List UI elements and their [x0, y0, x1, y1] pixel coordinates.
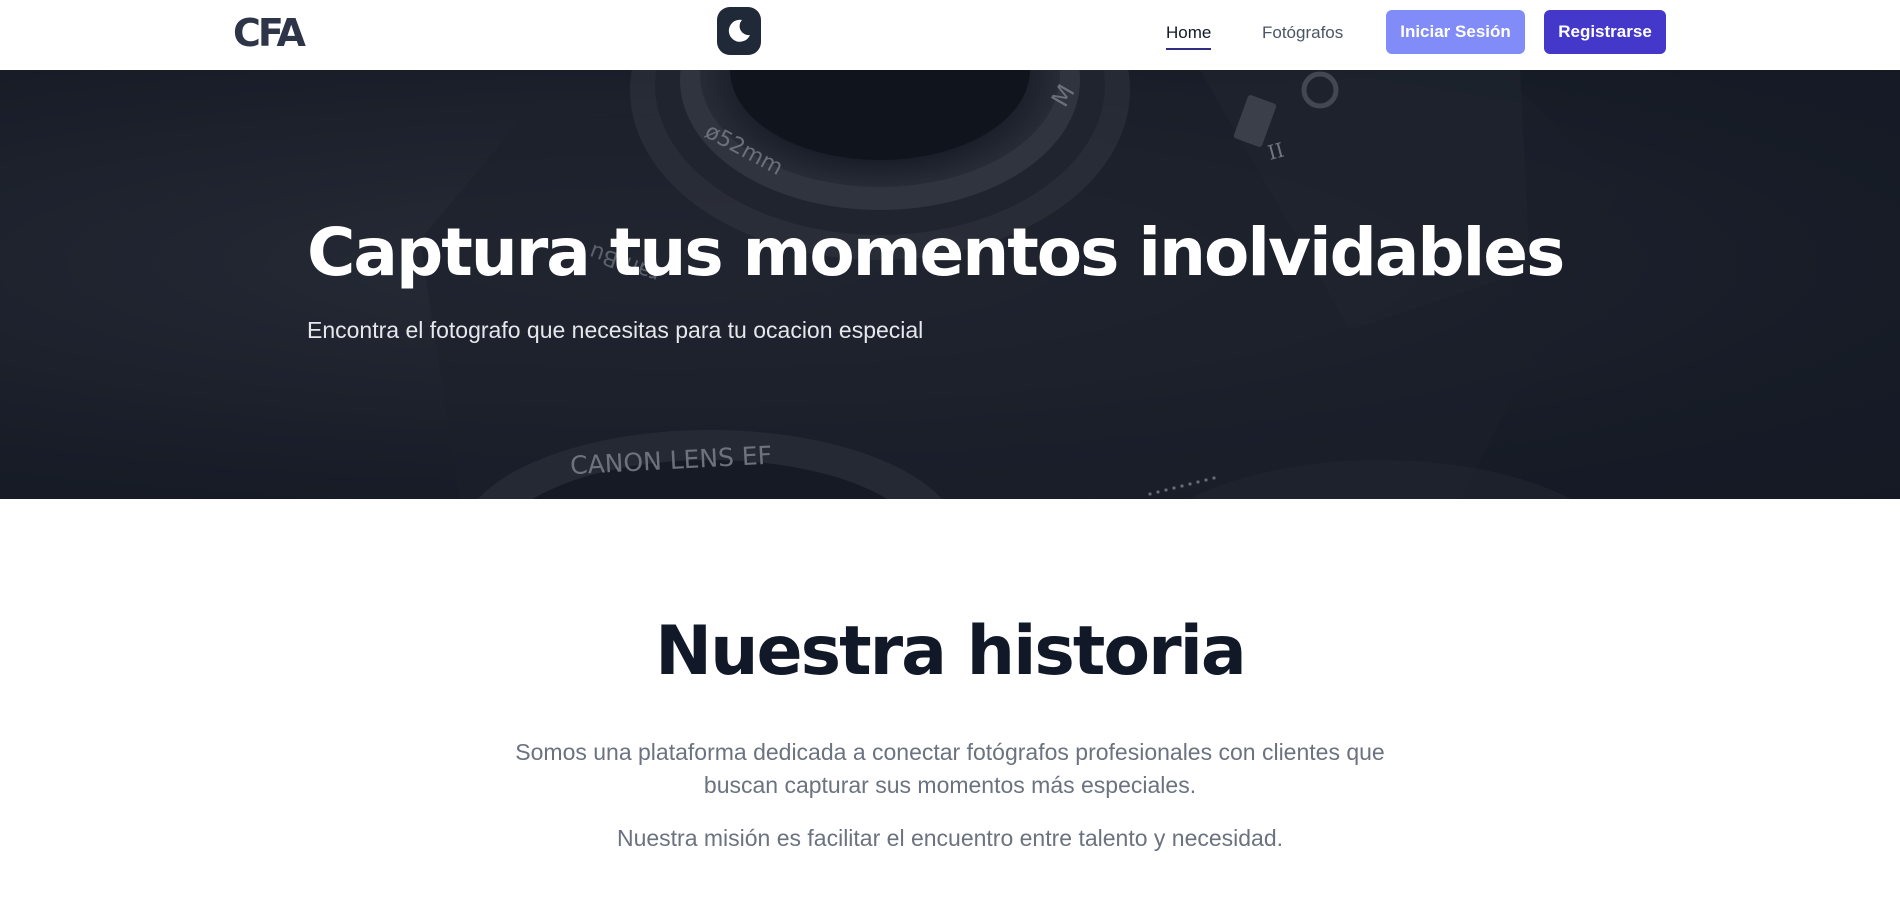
navbar: CFA Home Fotógrafos Iniciar Sesión Regis… — [0, 0, 1900, 70]
hero-subtitle: Encontra el fotografo que necesitas para… — [307, 317, 924, 343]
moon-icon — [728, 19, 750, 42]
history-paragraph-2: Nuestra misión es facilitar el encuentro… — [616, 825, 1284, 851]
history-paragraph-1: Somos una plataforma dedicada a conectar… — [515, 739, 1385, 798]
hero-title: Captura tus momentos inolvidables — [307, 214, 1565, 291]
register-button[interactable]: Registrarse — [1544, 10, 1666, 54]
logo-text: CFA — [233, 11, 306, 55]
nav-link-home[interactable]: Home — [1166, 22, 1212, 50]
hero-section: ø52mm M ramBu II CANON LENS EF Captura t… — [0, 70, 1900, 499]
theme-toggle-button[interactable] — [717, 7, 761, 55]
nav-link-fotografos[interactable]: Fotógrafos — [1262, 22, 1343, 44]
history-title: Nuestra historia — [655, 612, 1247, 691]
login-button[interactable]: Iniciar Sesión — [1386, 10, 1525, 54]
logo[interactable]: CFA — [233, 11, 306, 55]
